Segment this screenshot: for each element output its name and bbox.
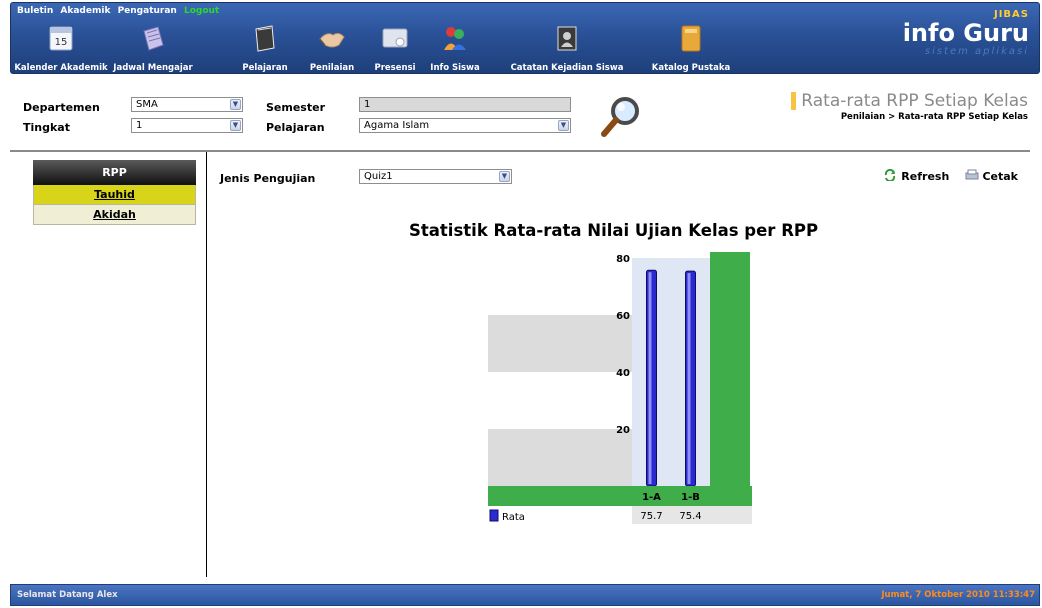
grid-band bbox=[488, 429, 632, 486]
tingkat-select[interactable]: 1 ▼ bbox=[131, 118, 243, 133]
jenis-pengujian-value: Quiz1 bbox=[364, 171, 393, 182]
nav-label: Penilaian bbox=[309, 63, 355, 73]
book-icon bbox=[255, 25, 275, 52]
y-tick-label: 40 bbox=[616, 368, 630, 379]
sidebar-header: RPP bbox=[33, 160, 196, 185]
x-tick-label: 1-B bbox=[681, 492, 700, 503]
logout-link[interactable]: Logout bbox=[184, 6, 219, 16]
nav-label: Catatan Kejadian Siswa bbox=[510, 63, 624, 73]
x-tick-label: 1-A bbox=[642, 492, 661, 503]
chart-wall bbox=[710, 252, 750, 486]
nav-label: Pelajaran bbox=[242, 63, 288, 73]
departemen-label: Departemen bbox=[23, 101, 100, 114]
bar-chart: 20 40 60 80 1-A 1-B Rata 75.7 75.4 bbox=[488, 252, 752, 524]
sidebar-item-tauhid[interactable]: Tauhid bbox=[33, 185, 196, 205]
refresh-label: Refresh bbox=[901, 170, 950, 183]
plot-area bbox=[632, 258, 710, 486]
nav-penilaian[interactable]: Penilaian bbox=[303, 21, 361, 73]
nav-katalog-pustaka[interactable]: Katalog Pustaka bbox=[647, 21, 735, 73]
y-tick-label: 60 bbox=[616, 311, 630, 322]
students-icon bbox=[444, 27, 466, 50]
legend-swatch bbox=[489, 509, 499, 522]
departemen-select[interactable]: SMA ▼ bbox=[131, 97, 243, 112]
nav-catatan-kejadian-siswa[interactable]: Catatan Kejadian Siswa bbox=[503, 21, 631, 73]
library-icon bbox=[681, 25, 701, 52]
chevron-down-icon: ▼ bbox=[499, 171, 510, 182]
breadcrumb: Penilaian > Rata-rata RPP Setiap Kelas bbox=[840, 112, 1028, 122]
data-label: 75.7 bbox=[640, 511, 662, 522]
cetak-button[interactable]: Cetak bbox=[965, 169, 1018, 183]
jenis-pengujian-label: Jenis Pengujian bbox=[220, 172, 316, 185]
menu-akademik[interactable]: Akademik bbox=[60, 6, 110, 16]
chart-title: Statistik Rata-rata Nilai Ujian Kelas pe… bbox=[409, 221, 819, 240]
chevron-down-icon: ▼ bbox=[230, 99, 241, 110]
semester-field: 1 bbox=[359, 97, 571, 112]
date-time: Jumat, 7 Oktober 2010 11:33:47 bbox=[881, 590, 1035, 600]
status-bar: Selamat Datang Alex Jumat, 7 Oktober 201… bbox=[10, 584, 1040, 606]
nav-label: Katalog Pustaka bbox=[651, 63, 731, 73]
app-header: Buletin Akademik Pengaturan Logout 15 Ka… bbox=[10, 2, 1040, 74]
chevron-down-icon: ▼ bbox=[230, 120, 241, 131]
page-heading: Rata-rata RPP Setiap Kelas Penilaian > R… bbox=[791, 92, 1028, 122]
pelajaran-select[interactable]: Agama Islam ▼ bbox=[359, 118, 571, 133]
welcome-text: Selamat Datang Alex bbox=[17, 590, 118, 600]
jenis-pengujian-select[interactable]: Quiz1 ▼ bbox=[359, 169, 512, 184]
attendance-icon bbox=[382, 28, 408, 48]
chevron-down-icon: ▼ bbox=[558, 120, 569, 131]
nav-presensi[interactable]: Presensi bbox=[369, 21, 421, 73]
top-menu: Buletin Akademik Pengaturan Logout bbox=[17, 6, 223, 16]
toolbar: Refresh Cetak bbox=[883, 168, 1018, 183]
semester-label: Semester bbox=[266, 101, 325, 114]
pelajaran-label: Pelajaran bbox=[266, 121, 325, 134]
schedule-icon bbox=[143, 26, 164, 51]
nav-pelajaran[interactable]: Pelajaran bbox=[239, 21, 291, 73]
menu-pengaturan[interactable]: Pengaturan bbox=[118, 6, 177, 16]
bar-highlight bbox=[687, 273, 691, 484]
cetak-label: Cetak bbox=[982, 170, 1018, 183]
calendar-icon-day: 15 bbox=[55, 37, 68, 48]
nav-info-siswa[interactable]: Info Siswa bbox=[429, 21, 481, 73]
search-icon[interactable] bbox=[598, 94, 644, 140]
nav-label: Presensi bbox=[374, 63, 416, 73]
print-icon bbox=[965, 169, 979, 180]
nav-label: Jadwal Mengajar bbox=[113, 63, 193, 73]
tingkat-value: 1 bbox=[136, 120, 143, 131]
y-tick-label: 80 bbox=[616, 254, 630, 265]
bar-highlight bbox=[648, 272, 652, 484]
refresh-button[interactable]: Refresh bbox=[883, 168, 953, 183]
divider bbox=[10, 150, 1030, 152]
notes-icon bbox=[557, 26, 577, 51]
handshake-icon bbox=[319, 32, 345, 48]
logo-tagline: sistem aplikasi bbox=[924, 46, 1029, 57]
sidebar-item-akidah[interactable]: Akidah bbox=[33, 205, 196, 225]
legend-label: Rata bbox=[502, 512, 525, 523]
refresh-icon bbox=[885, 168, 896, 183]
logo-name: info Guru bbox=[902, 19, 1029, 47]
nav-label: Info Siswa bbox=[430, 63, 480, 73]
data-label: 75.4 bbox=[679, 511, 701, 522]
menu-buletin[interactable]: Buletin bbox=[17, 6, 53, 16]
app-logo: JIBAS info Guru sistem aplikasi bbox=[889, 9, 1029, 69]
page-title: Rata-rata RPP Setiap Kelas bbox=[791, 92, 1028, 110]
grid-band bbox=[488, 315, 632, 372]
calendar-icon: 15 bbox=[49, 26, 73, 51]
y-tick-label: 20 bbox=[616, 425, 630, 436]
departemen-value: SMA bbox=[136, 99, 158, 110]
nav-kalender-akademik[interactable]: 15 Kalender Akademik bbox=[11, 21, 111, 73]
nav-label: Kalender Akademik bbox=[14, 63, 108, 73]
tingkat-label: Tingkat bbox=[23, 121, 70, 134]
pelajaran-value: Agama Islam bbox=[364, 120, 430, 131]
nav-jadwal-mengajar[interactable]: Jadwal Mengajar bbox=[111, 21, 195, 73]
category-strip bbox=[488, 486, 752, 506]
rpp-sidebar: RPP Tauhid Akidah bbox=[33, 160, 196, 225]
vertical-divider bbox=[206, 152, 207, 577]
